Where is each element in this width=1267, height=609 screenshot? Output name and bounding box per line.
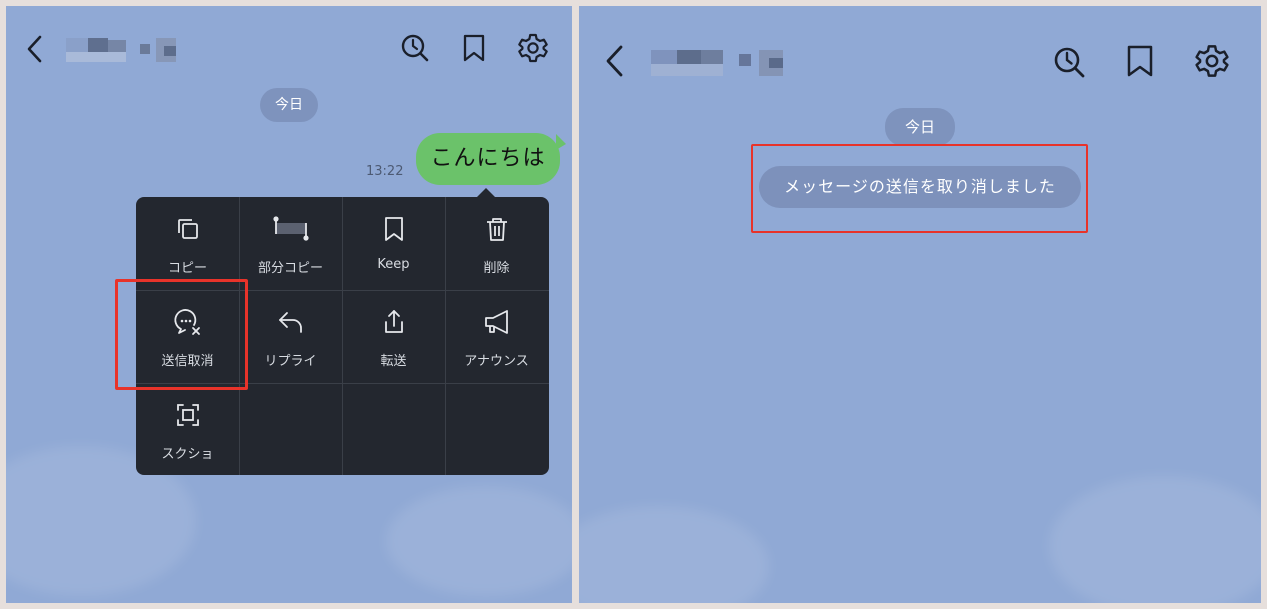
- gear-icon[interactable]: [1194, 43, 1230, 79]
- partial-copy-icon: [272, 216, 309, 241]
- search-history-icon[interactable]: [1051, 44, 1087, 80]
- left-chat-screen: 今日 13:22 こんにちは コピー 部分コピー Keep 削除 送信取消 リプ…: [6, 6, 572, 603]
- back-arrow-icon[interactable]: [603, 44, 627, 78]
- menu-item-label: コピー: [167, 261, 207, 276]
- menu-item-copy[interactable]: コピー: [136, 197, 239, 290]
- reply-icon: [278, 312, 302, 333]
- menu-item-label: スクショ: [161, 447, 214, 462]
- gear-icon[interactable]: [517, 32, 549, 64]
- search-history-icon[interactable]: [399, 32, 431, 64]
- menu-item-keep[interactable]: Keep: [342, 197, 445, 290]
- menu-item-label: アナウンス: [464, 354, 529, 369]
- trash-icon: [486, 218, 507, 241]
- menu-item-forward[interactable]: 転送: [342, 290, 445, 383]
- background-cloud: [386, 486, 572, 596]
- date-separator: 今日: [885, 108, 955, 146]
- menu-item-label: リプライ: [264, 354, 317, 369]
- menu-item-label: 転送: [380, 354, 407, 369]
- menu-item-label: Keep: [377, 257, 410, 272]
- background-cloud: [579, 506, 769, 603]
- bookmark-icon[interactable]: [1126, 44, 1154, 78]
- highlight-box-unsend: [115, 279, 248, 390]
- menu-item-partial-copy[interactable]: 部分コピー: [239, 197, 342, 290]
- back-arrow-icon[interactable]: [24, 34, 46, 64]
- highlight-box-notice: [751, 144, 1088, 233]
- date-separator: 今日: [260, 88, 318, 122]
- bookmark-icon[interactable]: [462, 33, 486, 63]
- menu-item-announce[interactable]: アナウンス: [445, 290, 548, 383]
- bookmark-icon: [384, 217, 403, 241]
- menu-item-label: 部分コピー: [257, 261, 323, 276]
- share-icon: [384, 310, 403, 333]
- screenshot-icon: [176, 404, 199, 426]
- copy-icon: [177, 219, 198, 239]
- message-timestamp: 13:22: [366, 164, 404, 179]
- menu-item-reply[interactable]: リプライ: [239, 290, 342, 383]
- menu-item-screenshot[interactable]: スクショ: [136, 383, 239, 475]
- background-cloud: [1049, 476, 1261, 603]
- sent-message-bubble[interactable]: こんにちは: [416, 133, 560, 185]
- right-chat-screen: 今日 メッセージの送信を取り消しました: [579, 6, 1261, 603]
- menu-item-label: 削除: [483, 261, 510, 276]
- bubble-tail: [556, 134, 566, 150]
- megaphone-icon: [484, 310, 508, 334]
- menu-item-delete[interactable]: 削除: [445, 197, 548, 290]
